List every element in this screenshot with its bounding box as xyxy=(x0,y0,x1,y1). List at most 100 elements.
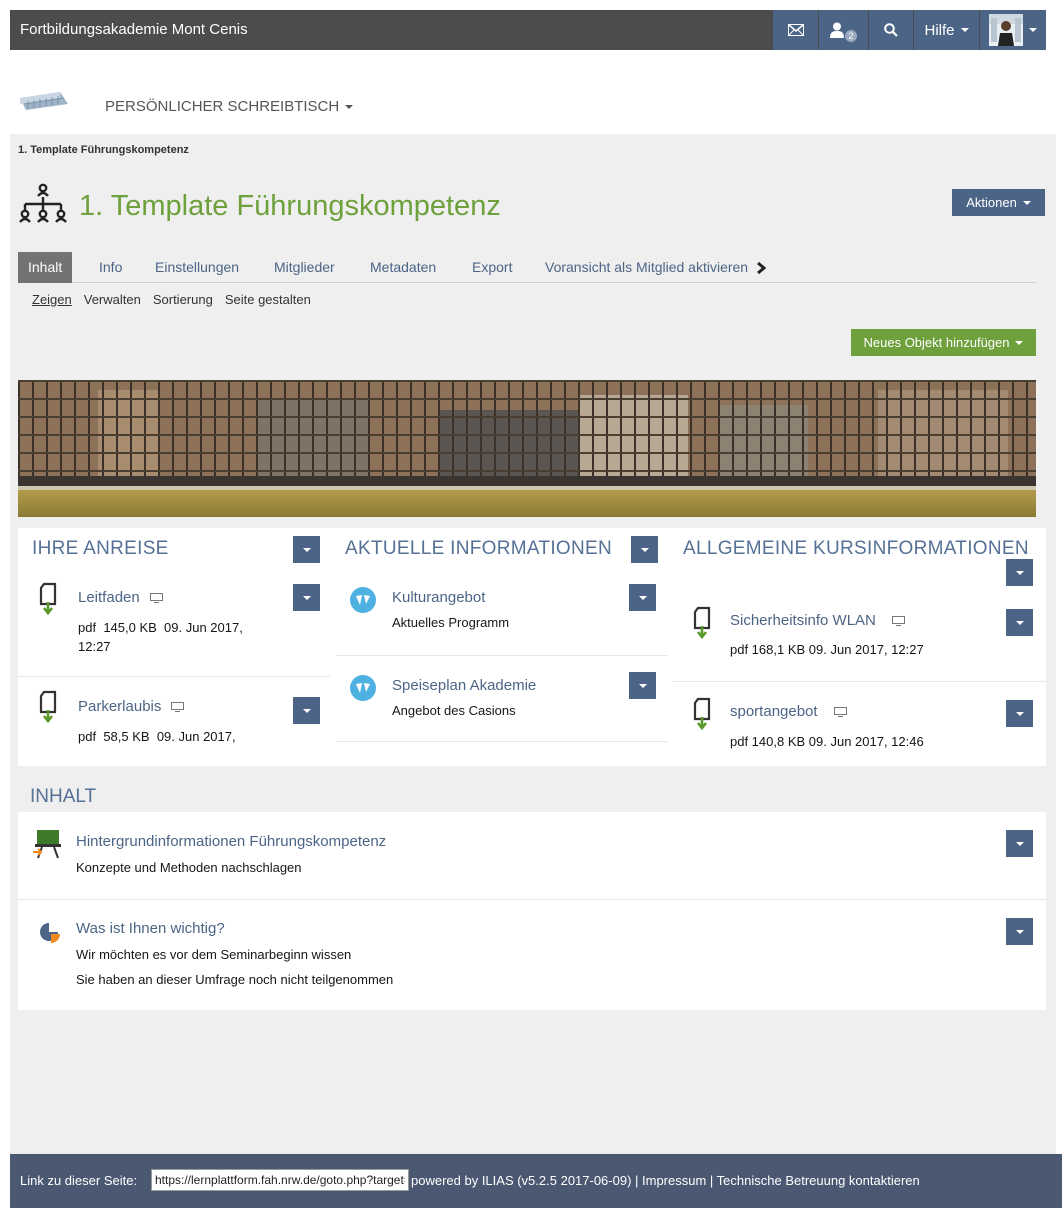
separator xyxy=(672,681,1046,682)
learning-module-icon xyxy=(33,830,61,859)
avatar xyxy=(989,14,1023,46)
actions-label: Aktionen xyxy=(966,195,1017,210)
chevron-down-icon xyxy=(1015,841,1024,846)
add-object-button[interactable]: Neues Objekt hinzufügen xyxy=(851,329,1036,356)
item-desc-umfrage: Wir möchten es vor dem Seminarbeginn wis… xyxy=(76,947,352,962)
subtab-sortierung[interactable]: Sortierung xyxy=(153,292,213,307)
item-props-parkerlaubis: pdf 58,5 KB 09. Jun 2017, xyxy=(78,727,236,746)
file-download-icon xyxy=(39,582,57,616)
user-icon xyxy=(830,22,845,38)
separator xyxy=(18,899,1046,900)
personal-desktop-menu[interactable]: PERSÖNLICHER SCHREIBTISCH xyxy=(105,98,354,115)
footer-links[interactable]: powered by ILIAS (v5.2.5 2017-06-09) | I… xyxy=(411,1173,920,1188)
footer-link-label: Link zu dieser Seite: xyxy=(20,1173,138,1188)
item-title-leitfaden[interactable]: Leitfaden xyxy=(78,589,163,606)
item-props-sportangebot: pdf 140,8 KB 09. Jun 2017, 12:46 xyxy=(730,734,924,749)
item-speiseplan-actions-button[interactable] xyxy=(629,672,656,699)
envelope-icon xyxy=(787,24,804,36)
add-object-label: Neues Objekt hinzufügen xyxy=(863,335,1010,350)
tab-bar: Inhalt Info Einstellungen Mitglieder Met… xyxy=(18,252,1036,283)
separator xyxy=(18,676,330,677)
prop-type: pdf xyxy=(78,620,97,635)
top-bar: Fortbildungsakademie Mont Cenis 2 Hilfe xyxy=(10,10,1046,50)
help-menu[interactable]: Hilfe xyxy=(914,10,979,50)
item-hintergrund-actions-button[interactable] xyxy=(1006,830,1033,857)
block-heading-allgemeine: ALLGEMEINE KURSINFORMATIONEN xyxy=(683,538,1029,559)
tab-mitglieder[interactable]: Mitglieder xyxy=(264,252,345,283)
separator xyxy=(336,655,668,656)
file-download-icon xyxy=(693,606,711,640)
item-title-speiseplan[interactable]: Speiseplan Akademie xyxy=(392,677,536,694)
tab-export[interactable]: Export xyxy=(462,252,522,283)
prop-size: 145,0 KB xyxy=(103,620,157,635)
building-banner-image xyxy=(18,380,1036,517)
forum-icon xyxy=(350,587,376,613)
file-download-icon xyxy=(693,697,711,731)
block-heading-aktuelle: AKTUELLE INFORMATIONEN xyxy=(345,538,613,559)
item-kulturangebot-actions-button[interactable] xyxy=(629,584,656,611)
item-title-sportangebot-label: sportangebot xyxy=(730,703,818,720)
site-title[interactable]: Fortbildungsakademie Mont Cenis xyxy=(20,21,248,38)
subtab-seite-gestalten[interactable]: Seite gestalten xyxy=(225,292,311,307)
tab-metadaten[interactable]: Metadaten xyxy=(360,252,446,283)
contacts-badge: 2 xyxy=(845,30,857,42)
item-title-parkerlaubis-label: Parkerlaubis xyxy=(78,698,162,715)
forum-icon xyxy=(350,675,376,701)
logo[interactable] xyxy=(20,90,70,112)
chevron-down-icon xyxy=(640,547,649,552)
search-button[interactable] xyxy=(869,10,913,50)
monitor-icon xyxy=(891,616,905,627)
actions-button[interactable]: Aktionen xyxy=(952,189,1045,216)
item-title-sportangebot[interactable]: sportangebot xyxy=(730,703,847,720)
item-sicherheitsinfo-actions-button[interactable] xyxy=(1006,609,1033,636)
prop-size: 58,5 KB xyxy=(103,729,150,744)
subtab-verwalten[interactable]: Verwalten xyxy=(84,292,141,307)
item-sportangebot-actions-button[interactable] xyxy=(1006,700,1033,727)
user-menu[interactable] xyxy=(980,10,1046,50)
prop-time: 12:27 xyxy=(78,639,111,654)
item-title-hintergrund[interactable]: Hintergrundinformationen Führungskompete… xyxy=(76,833,386,850)
block-heading-anreise: IHRE ANREISE xyxy=(32,538,169,559)
chevron-down-icon xyxy=(638,683,647,688)
subtab-zeigen[interactable]: Zeigen xyxy=(32,292,72,307)
block-aktuelle-actions-button[interactable] xyxy=(631,536,658,563)
item-title-parkerlaubis[interactable]: Parkerlaubis xyxy=(78,698,185,715)
chevron-down-icon xyxy=(1015,711,1024,716)
search-icon xyxy=(884,23,898,37)
breadcrumb[interactable]: 1. Template Führungskompetenz xyxy=(18,144,189,156)
item-title-kulturangebot[interactable]: Kulturangebot xyxy=(392,589,485,606)
survey-icon xyxy=(40,923,60,943)
item-parkerlaubis-actions-button[interactable] xyxy=(293,697,320,724)
tab-info[interactable]: Info xyxy=(89,252,132,283)
monitor-icon xyxy=(833,707,847,718)
main-menu: PERSÖNLICHER SCHREIBTISCH xyxy=(20,88,1050,124)
prop-date: 09. Jun 2017, xyxy=(164,620,243,635)
group-hierarchy-icon xyxy=(19,183,67,223)
monitor-icon xyxy=(149,593,163,604)
contacts-button[interactable]: 2 xyxy=(819,10,868,50)
mail-button[interactable] xyxy=(773,10,818,50)
chevron-down-icon xyxy=(960,28,969,32)
chevron-down-icon xyxy=(302,547,311,552)
tab-voransicht-label: Voransicht als Mitglied aktivieren xyxy=(545,259,749,275)
tab-voransicht[interactable]: Voransicht als Mitglied aktivieren xyxy=(535,252,776,283)
chevron-down-icon xyxy=(1029,28,1037,32)
item-title-sicherheitsinfo-label: Sicherheitsinfo WLAN xyxy=(730,612,876,629)
chevron-down-icon xyxy=(638,595,647,600)
item-desc-speiseplan: Angebot des Casions xyxy=(392,703,516,718)
item-umfrage-actions-button[interactable] xyxy=(1006,918,1033,945)
tab-einstellungen[interactable]: Einstellungen xyxy=(145,252,249,283)
permalink-input[interactable] xyxy=(151,1169,409,1191)
help-label: Hilfe xyxy=(924,21,955,39)
block-allgemeine-actions-button[interactable] xyxy=(1006,559,1033,586)
block-anreise-actions-button[interactable] xyxy=(293,536,320,563)
footer: Link zu dieser Seite: powered by ILIAS (… xyxy=(10,1154,1062,1208)
subtab-bar: Zeigen Verwalten Sortierung Seite gestalten xyxy=(32,292,323,307)
item-title-sicherheitsinfo[interactable]: Sicherheitsinfo WLAN xyxy=(730,612,905,629)
tab-inhalt[interactable]: Inhalt xyxy=(18,252,73,283)
item-desc-hintergrund: Konzepte und Methoden nachschlagen xyxy=(76,860,302,875)
item-leitfaden-actions-button[interactable] xyxy=(293,584,320,611)
prop-date: 09. Jun 2017, xyxy=(156,729,236,744)
item-title-umfrage[interactable]: Was ist Ihnen wichtig? xyxy=(76,920,225,937)
file-download-icon xyxy=(39,690,57,724)
